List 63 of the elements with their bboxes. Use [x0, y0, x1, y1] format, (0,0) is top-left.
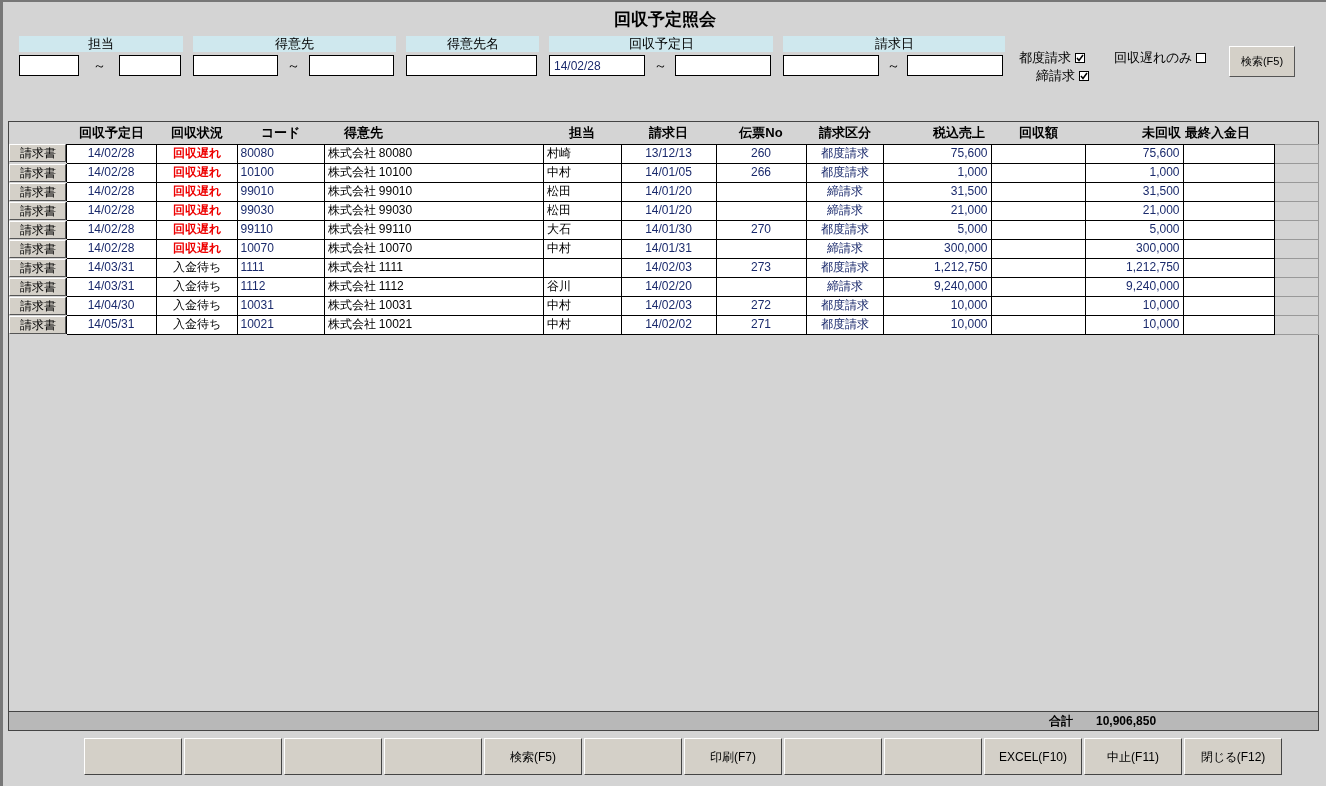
checkbox-label: 回収遅れのみ — [1114, 49, 1192, 67]
column-header: 請求日 — [649, 125, 688, 140]
table-cell: 80080 — [237, 144, 324, 163]
table-cell: 75,600 — [1085, 144, 1183, 163]
column-header: 回収状況 — [170, 125, 223, 140]
checkbox-label: 締請求 — [1036, 67, 1075, 85]
column-header: 税込売上 — [933, 125, 985, 140]
column-header: 最終入金日 — [1185, 125, 1250, 140]
function-key-button[interactable]: 中止(F11) — [1084, 738, 1182, 775]
function-key-button[interactable]: 検索(F5) — [484, 738, 582, 775]
filter-field[interactable] — [406, 55, 537, 76]
column-header: 担当 — [569, 125, 595, 140]
checkbox[interactable] — [1196, 52, 1206, 63]
column-header: 伝票No — [739, 125, 783, 140]
column-header: 得意先 — [344, 125, 383, 140]
table-cell: 13/12/13 — [621, 144, 716, 163]
total-value: 10,906,850 — [1096, 713, 1157, 730]
function-key-button[interactable] — [284, 738, 382, 775]
table-cell: 回収遅れ — [156, 144, 237, 163]
function-key-button[interactable]: EXCEL(F10) — [984, 738, 1082, 775]
invoice-button[interactable]: 請求書 — [9, 144, 66, 163]
filter-field[interactable] — [907, 55, 1003, 76]
table-cell: 260 — [716, 144, 806, 163]
function-key-button[interactable] — [584, 738, 682, 775]
column-header: 請求区分 — [818, 125, 871, 140]
filter-label: 回収予定日 — [549, 36, 773, 52]
column-header: 回収額 — [1018, 125, 1058, 140]
total-label: 合計 — [1049, 713, 1073, 730]
column-header: 未回収 — [1142, 125, 1181, 140]
function-key-button[interactable] — [84, 738, 182, 775]
function-key-button[interactable]: 閉じる(F12) — [1184, 738, 1282, 775]
column-header: 回収予定日 — [78, 125, 144, 140]
range-separator: ～ — [885, 56, 901, 75]
function-key-button[interactable]: 印刷(F7) — [684, 738, 782, 775]
table-cell: 75,600 — [883, 144, 991, 163]
range-separator: ～ — [91, 56, 107, 75]
range-separator: ～ — [652, 56, 668, 75]
filter-field[interactable] — [675, 55, 771, 76]
filter-field[interactable]: 14/02/28 — [549, 55, 645, 76]
table-cell: 都度請求 — [806, 144, 883, 163]
table-cell: 株式会社 80080 — [324, 144, 543, 163]
function-key-button[interactable] — [384, 738, 482, 775]
filter-label: 得意先名 — [406, 36, 539, 52]
checkbox[interactable] — [1075, 52, 1085, 63]
filter-field[interactable] — [309, 55, 394, 76]
filter-label: 担当 — [19, 36, 183, 52]
filter-field[interactable] — [119, 55, 181, 76]
filter-field[interactable] — [783, 55, 879, 76]
function-key-button[interactable] — [184, 738, 282, 775]
filter-field[interactable] — [193, 55, 278, 76]
checkbox[interactable] — [1079, 70, 1089, 81]
checkbox-label: 都度請求 — [1019, 49, 1071, 67]
search-button[interactable]: 検索(F5) — [1229, 46, 1295, 77]
filter-label: 得意先 — [193, 36, 396, 52]
range-separator: ～ — [286, 56, 301, 75]
table-cell: 村崎 — [543, 144, 621, 163]
table-cell: 14/02/28 — [66, 144, 156, 163]
window-title: 回収予定照会 — [613, 9, 716, 31]
function-key-button[interactable] — [784, 738, 882, 775]
function-key-button[interactable] — [884, 738, 982, 775]
filter-field[interactable] — [19, 55, 79, 76]
column-header: コード — [261, 125, 300, 140]
filter-label: 請求日 — [783, 36, 1005, 52]
